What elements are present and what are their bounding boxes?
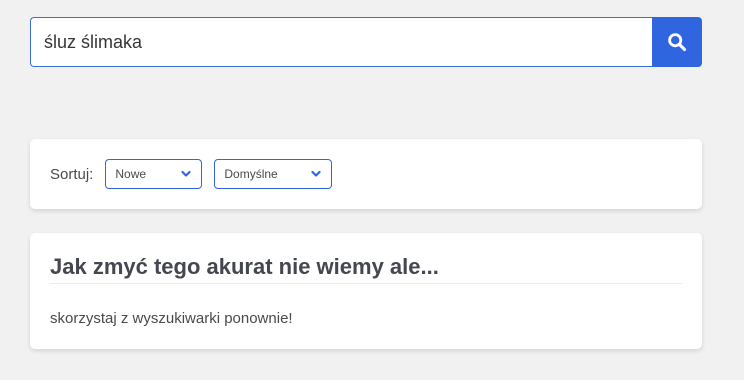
- sort-order-select[interactable]: Nowe: [105, 159, 203, 189]
- sort-label: Sortuj:: [50, 165, 94, 183]
- search-button[interactable]: [652, 17, 702, 67]
- search-bar: [30, 17, 702, 67]
- sort-mode-value: Domyślne: [224, 167, 278, 181]
- search-input[interactable]: [30, 17, 652, 67]
- chevron-down-icon: [311, 170, 321, 178]
- search-icon: [667, 32, 687, 52]
- sort-mode-select[interactable]: Domyślne: [214, 159, 333, 189]
- result-card: Jak zmyć tego akurat nie wiemy ale... sk…: [30, 233, 702, 349]
- result-text: skorzystaj z wyszukiwarki ponownie!: [50, 310, 293, 327]
- sort-order-value: Nowe: [115, 167, 147, 181]
- result-title: Jak zmyć tego akurat nie wiemy ale...: [50, 255, 682, 284]
- chevron-down-icon: [181, 170, 191, 178]
- sort-panel: Sortuj: Nowe Domyślne: [30, 139, 702, 209]
